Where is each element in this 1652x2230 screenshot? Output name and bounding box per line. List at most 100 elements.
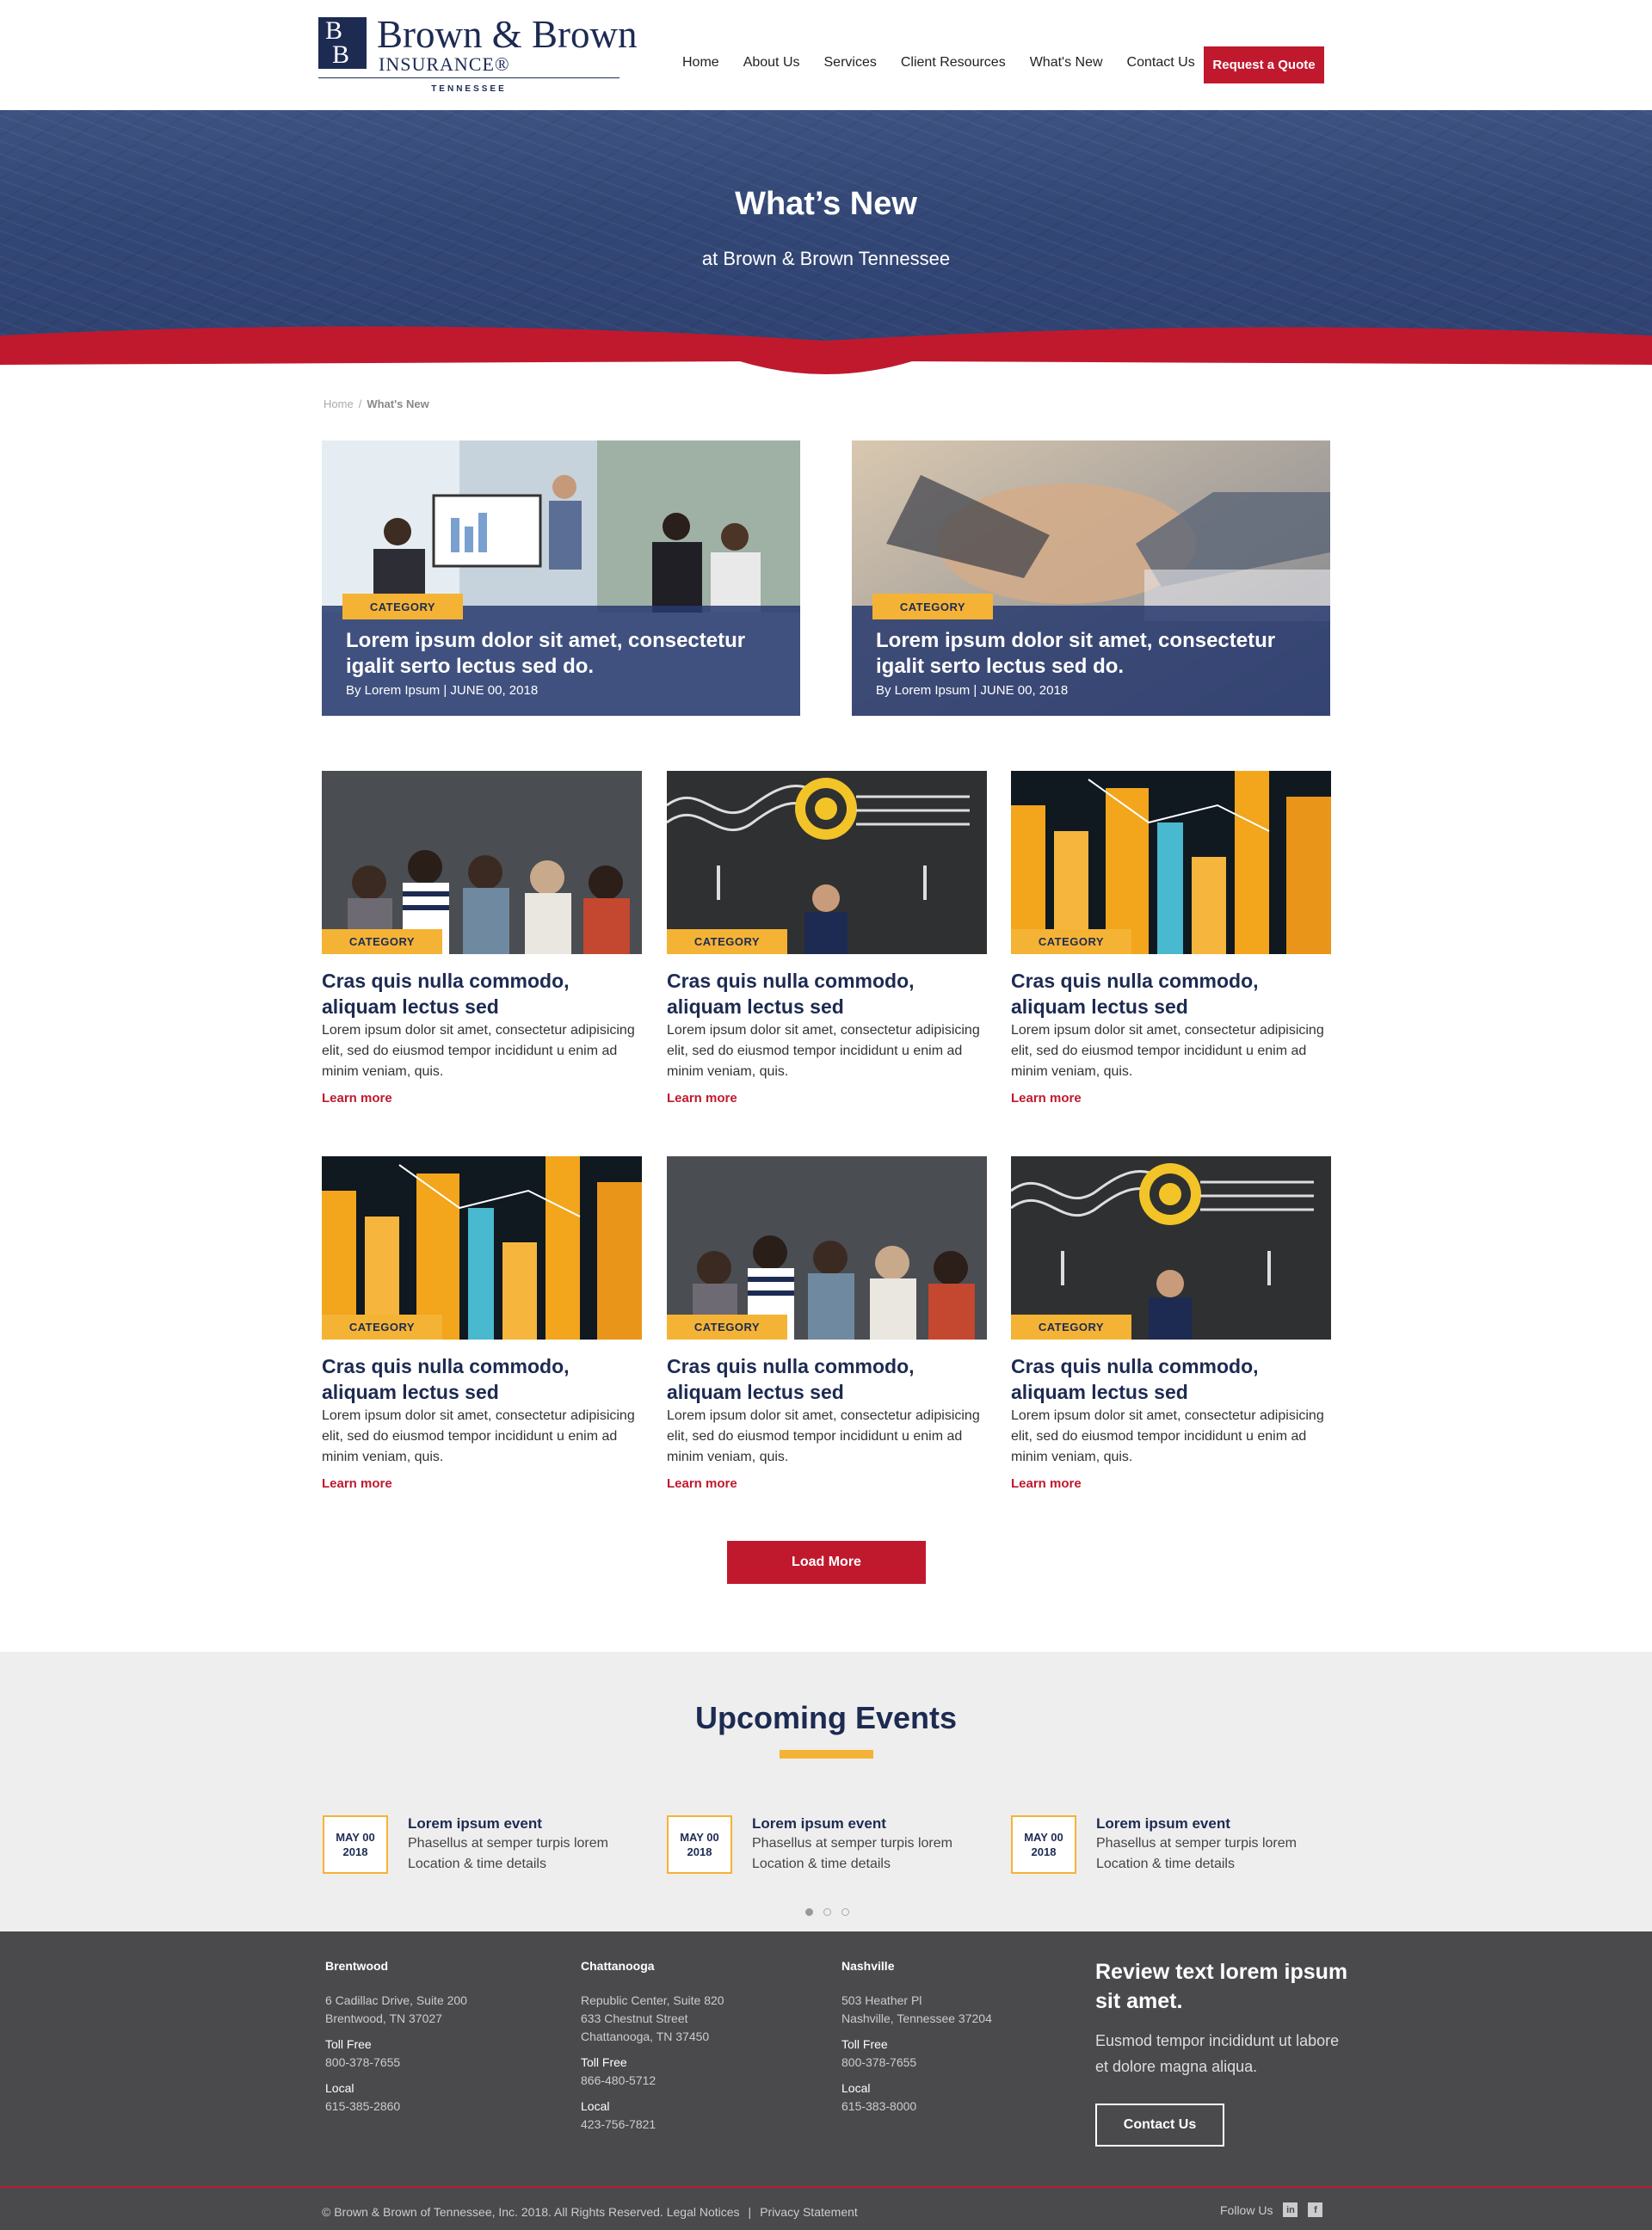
legal-separator: |: [748, 2205, 752, 2219]
nav-client-resources[interactable]: Client Resources: [901, 55, 1006, 71]
category-badge[interactable]: CATEGORY: [322, 929, 442, 954]
category-badge[interactable]: CATEGORY: [667, 1315, 787, 1340]
event-date-badge: MAY 00 2018: [667, 1815, 732, 1874]
article-title[interactable]: Cras quis nulla commodo, aliquam lectus …: [1011, 1353, 1331, 1405]
contact-us-button[interactable]: Contact Us: [1095, 2104, 1224, 2147]
event-title[interactable]: Lorem ipsum event: [752, 1815, 886, 1833]
featured-post-title[interactable]: Lorem ipsum dolor sit amet, consectetur …: [346, 628, 785, 680]
logo-title: Brown & Brown: [377, 13, 638, 56]
local-phone[interactable]: 615-385-2860: [325, 2098, 549, 2116]
category-badge[interactable]: CATEGORY: [872, 594, 993, 619]
logo-state: TENNESSEE: [431, 84, 507, 94]
footer-divider: [0, 2186, 1652, 2188]
article-title[interactable]: Cras quis nulla commodo, aliquam lectus …: [322, 968, 642, 1020]
featured-post[interactable]: CATEGORY Lorem ipsum dolor sit amet, con…: [852, 440, 1330, 716]
logo-subtitle: INSURANCE®: [379, 53, 510, 75]
event-location: Location & time details: [408, 1857, 546, 1871]
location-address: 6 Cadillac Drive, Suite 200: [325, 1993, 467, 2007]
review-body: Eusmod tempor incididunt ut labore et do…: [1095, 2032, 1340, 2075]
category-badge[interactable]: CATEGORY: [322, 1315, 442, 1340]
main-nav: Home About Us Services Client Resources …: [682, 55, 1219, 71]
category-badge[interactable]: CATEGORY: [1011, 1315, 1131, 1340]
article-title[interactable]: Cras quis nulla commodo, aliquam lectus …: [667, 1353, 987, 1405]
event-location: Location & time details: [752, 1857, 891, 1871]
logo-mark-icon: B B: [318, 17, 367, 69]
location-address: 503 Heather Pl: [841, 1993, 922, 2007]
local-phone[interactable]: 615-383-8000: [841, 2098, 1065, 2116]
learn-more-link[interactable]: Learn more: [667, 1091, 737, 1106]
featured-post-title[interactable]: Lorem ipsum dolor sit amet, consectetur …: [876, 628, 1315, 680]
event-date-badge: MAY 00 2018: [323, 1815, 388, 1874]
article-excerpt: Lorem ipsum dolor sit amet, consectetur …: [667, 1408, 980, 1464]
toll-free-phone[interactable]: 866-480-5712: [581, 2072, 804, 2090]
nav-whats-new[interactable]: What's New: [1030, 55, 1103, 71]
article-card[interactable]: CATEGORY Cras quis nulla commodo, aliqua…: [667, 1156, 987, 1518]
upcoming-events-section: Upcoming Events MAY 00 2018 Lorem ipsum …: [0, 1652, 1652, 1931]
category-badge[interactable]: CATEGORY: [667, 929, 787, 954]
breadcrumb-home[interactable]: Home: [324, 397, 354, 410]
load-more-button[interactable]: Load More: [727, 1541, 926, 1584]
event-title[interactable]: Lorem ipsum event: [1096, 1815, 1230, 1833]
article-image-chart: [1011, 771, 1331, 954]
article-excerpt: Lorem ipsum dolor sit amet, consectetur …: [322, 1408, 635, 1464]
event-title[interactable]: Lorem ipsum event: [408, 1815, 542, 1833]
logo-divider: [318, 77, 620, 78]
learn-more-link[interactable]: Learn more: [322, 1091, 392, 1106]
brown-brown-logo[interactable]: B B Brown & Brown INSURANCE® TENNESSEE: [318, 13, 638, 97]
copyright-text[interactable]: © Brown & Brown of Tennessee, Inc. 2018.…: [322, 2205, 740, 2219]
event-description: Phasellus at semper turpis lorem: [408, 1836, 608, 1851]
linkedin-icon[interactable]: in: [1283, 2202, 1298, 2217]
article-title[interactable]: Cras quis nulla commodo, aliquam lectus …: [1011, 968, 1331, 1020]
page-title: What’s New: [735, 186, 917, 222]
article-card[interactable]: CATEGORY Cras quis nulla commodo, aliqua…: [322, 771, 642, 1132]
local-phone[interactable]: 423-756-7821: [581, 2116, 804, 2134]
learn-more-link[interactable]: Learn more: [1011, 1476, 1082, 1491]
learn-more-link[interactable]: Learn more: [667, 1476, 737, 1491]
learn-more-link[interactable]: Learn more: [322, 1476, 392, 1491]
event-location: Location & time details: [1096, 1857, 1235, 1871]
article-card[interactable]: CATEGORY Cras quis nulla commodo, aliqua…: [1011, 771, 1331, 1132]
location-city: Chattanooga: [581, 1959, 655, 1973]
learn-more-link[interactable]: Learn more: [1011, 1091, 1082, 1106]
carousel-dot[interactable]: [841, 1908, 849, 1916]
article-card[interactable]: CATEGORY Cras quis nulla commodo, aliqua…: [322, 1156, 642, 1518]
carousel-dot[interactable]: [805, 1908, 813, 1916]
events-heading: Upcoming Events: [694, 1700, 958, 1735]
article-image-team: [667, 1156, 987, 1340]
nav-services[interactable]: Services: [824, 55, 877, 71]
follow-us: Follow Us in f: [1220, 2202, 1323, 2217]
featured-post[interactable]: CATEGORY Lorem ipsum dolor sit amet, con…: [322, 440, 800, 716]
follow-us-label: Follow Us: [1220, 2202, 1273, 2217]
location-city: Nashville: [841, 1959, 895, 1973]
event-item[interactable]: MAY 00 2018 Lorem ipsum event Phasellus …: [323, 1815, 650, 1877]
nav-contact-us[interactable]: Contact Us: [1127, 55, 1195, 71]
event-date-badge: MAY 00 2018: [1011, 1815, 1076, 1874]
nav-home[interactable]: Home: [682, 55, 719, 71]
toll-free-phone[interactable]: 800-378-7655: [841, 2054, 1065, 2072]
article-card[interactable]: CATEGORY Cras quis nulla commodo, aliqua…: [1011, 1156, 1331, 1518]
article-title[interactable]: Cras quis nulla commodo, aliquam lectus …: [322, 1353, 642, 1405]
event-description: Phasellus at semper turpis lorem: [752, 1836, 952, 1851]
toll-free-label: Toll Free: [841, 2037, 888, 2051]
site-header: B B Brown & Brown INSURANCE® TENNESSEE H…: [0, 0, 1652, 110]
events-heading-underline: [780, 1750, 873, 1759]
article-image-target: [1011, 1156, 1331, 1340]
facebook-icon[interactable]: f: [1308, 2202, 1323, 2217]
article-image-team: [322, 771, 642, 954]
article-card[interactable]: CATEGORY Cras quis nulla commodo, aliqua…: [667, 771, 987, 1132]
event-item[interactable]: MAY 00 2018 Lorem ipsum event Phasellus …: [667, 1815, 994, 1877]
privacy-link[interactable]: Privacy Statement: [760, 2205, 858, 2219]
footer-location-brentwood: Brentwood 6 Cadillac Drive, Suite 200 Br…: [325, 1957, 549, 2116]
site-footer: Brentwood 6 Cadillac Drive, Suite 200 Br…: [0, 1931, 1652, 2230]
article-image-chart: [322, 1156, 642, 1340]
toll-free-phone[interactable]: 800-378-7655: [325, 2054, 549, 2072]
category-badge[interactable]: CATEGORY: [342, 594, 463, 619]
category-badge[interactable]: CATEGORY: [1011, 929, 1131, 954]
carousel-dot[interactable]: [823, 1908, 831, 1916]
hero-banner: What’s New at Brown & Brown Tennessee: [0, 110, 1652, 385]
article-title[interactable]: Cras quis nulla commodo, aliquam lectus …: [667, 968, 987, 1020]
event-item[interactable]: MAY 00 2018 Lorem ipsum event Phasellus …: [1011, 1815, 1338, 1877]
nav-about-us[interactable]: About Us: [743, 55, 800, 71]
event-description: Phasellus at semper turpis lorem: [1096, 1836, 1297, 1851]
request-quote-button[interactable]: Request a Quote: [1204, 46, 1324, 83]
